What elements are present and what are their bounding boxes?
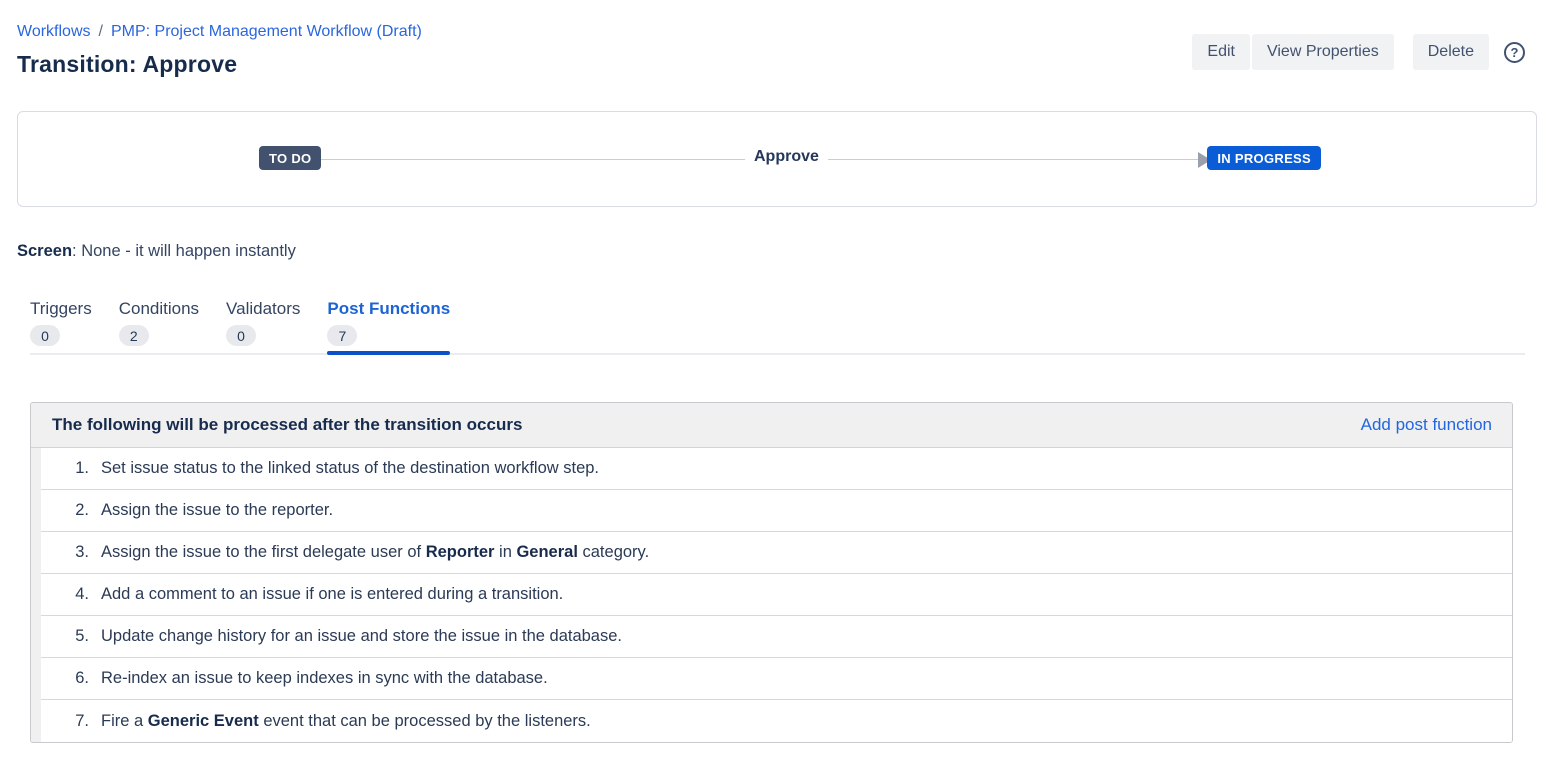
transition-name-label: Approve [745,148,828,166]
breadcrumb-link-workflow-name[interactable]: PMP: Project Management Workflow (Draft) [111,23,422,40]
breadcrumb-link-workflows[interactable]: Workflows [17,23,91,40]
post-function-description: Re-index an issue to keep indexes in syn… [101,669,548,688]
post-function-description: Add a comment to an issue if one is ente… [101,585,563,604]
transition-diagram: TO DO Approve IN PROGRESS [17,111,1537,207]
edit-button[interactable]: Edit [1192,34,1250,70]
panel-title: The following will be processed after th… [52,415,522,435]
view-properties-button[interactable]: View Properties [1252,34,1394,70]
toolbar: Edit View Properties Delete ? [1192,34,1525,70]
tab-bar: Triggers 0 Conditions 2 Validators 0 Post Func… [30,299,1525,355]
page-header: Workflows / PMP: Project Management Workfl… [17,0,1537,78]
post-function-description: Fire a Generic Event event that can be p… [101,712,591,731]
post-function-list: 1. Set issue status to the linked status … [31,448,1512,742]
post-function-row: 1. Set issue status to the linked status … [41,448,1512,490]
post-function-description: Set issue status to the linked status of… [101,459,599,478]
post-function-number: 5. [41,627,89,646]
tab-label: Validators [226,299,300,319]
post-function-description: Assign the issue to the reporter. [101,501,333,520]
breadcrumb-separator: / [99,23,103,40]
tab-validators[interactable]: Validators 0 [226,299,300,353]
post-function-row: 7. Fire a Generic Event event that can be… [41,700,1512,742]
tab-label: Triggers [30,299,92,319]
tab-label: Post Functions [327,299,450,319]
post-function-number: 7. [41,712,89,731]
panel-header: The following will be processed after th… [31,403,1512,448]
post-function-row: 3. Assign the issue to the first delegate… [41,532,1512,574]
screen-info-label: Screen [17,242,72,260]
tab-conditions[interactable]: Conditions 2 [119,299,199,353]
post-function-row: 4. Add a comment to an issue if one is en… [41,574,1512,616]
post-function-number: 4. [41,585,89,604]
post-functions-panel: The following will be processed after th… [30,402,1513,743]
tab-count-badge: 7 [327,325,357,346]
button-group: Edit View Properties [1192,34,1393,70]
screen-info: Screen: None - it will happen instantly [17,242,1537,261]
post-function-description: Assign the issue to the first delegate u… [101,543,649,562]
post-function-number: 3. [41,543,89,562]
post-function-number: 1. [41,459,89,478]
screen-info-value: : None - it will happen instantly [72,242,296,260]
tab-post-functions[interactable]: Post Functions 7 [327,299,450,353]
tab-count-badge: 0 [226,325,256,346]
add-post-function-link[interactable]: Add post function [1361,415,1492,435]
tab-triggers[interactable]: Triggers 0 [30,299,92,353]
post-function-description: Update change history for an issue and s… [101,627,622,646]
post-function-number: 2. [41,501,89,520]
tab-label: Conditions [119,299,199,319]
tab-count-badge: 0 [30,325,60,346]
target-status-lozenge: IN PROGRESS [1207,146,1321,170]
post-function-row: 6. Re-index an issue to keep indexes in s… [41,658,1512,700]
tab-count-badge: 2 [119,325,149,346]
source-status-lozenge: TO DO [259,146,321,170]
post-function-row: 5. Update change history for an issue and… [41,616,1512,658]
post-function-row: 2. Assign the issue to the reporter. [41,490,1512,532]
delete-button[interactable]: Delete [1413,34,1489,70]
help-icon[interactable]: ? [1504,42,1525,63]
post-function-number: 6. [41,669,89,688]
